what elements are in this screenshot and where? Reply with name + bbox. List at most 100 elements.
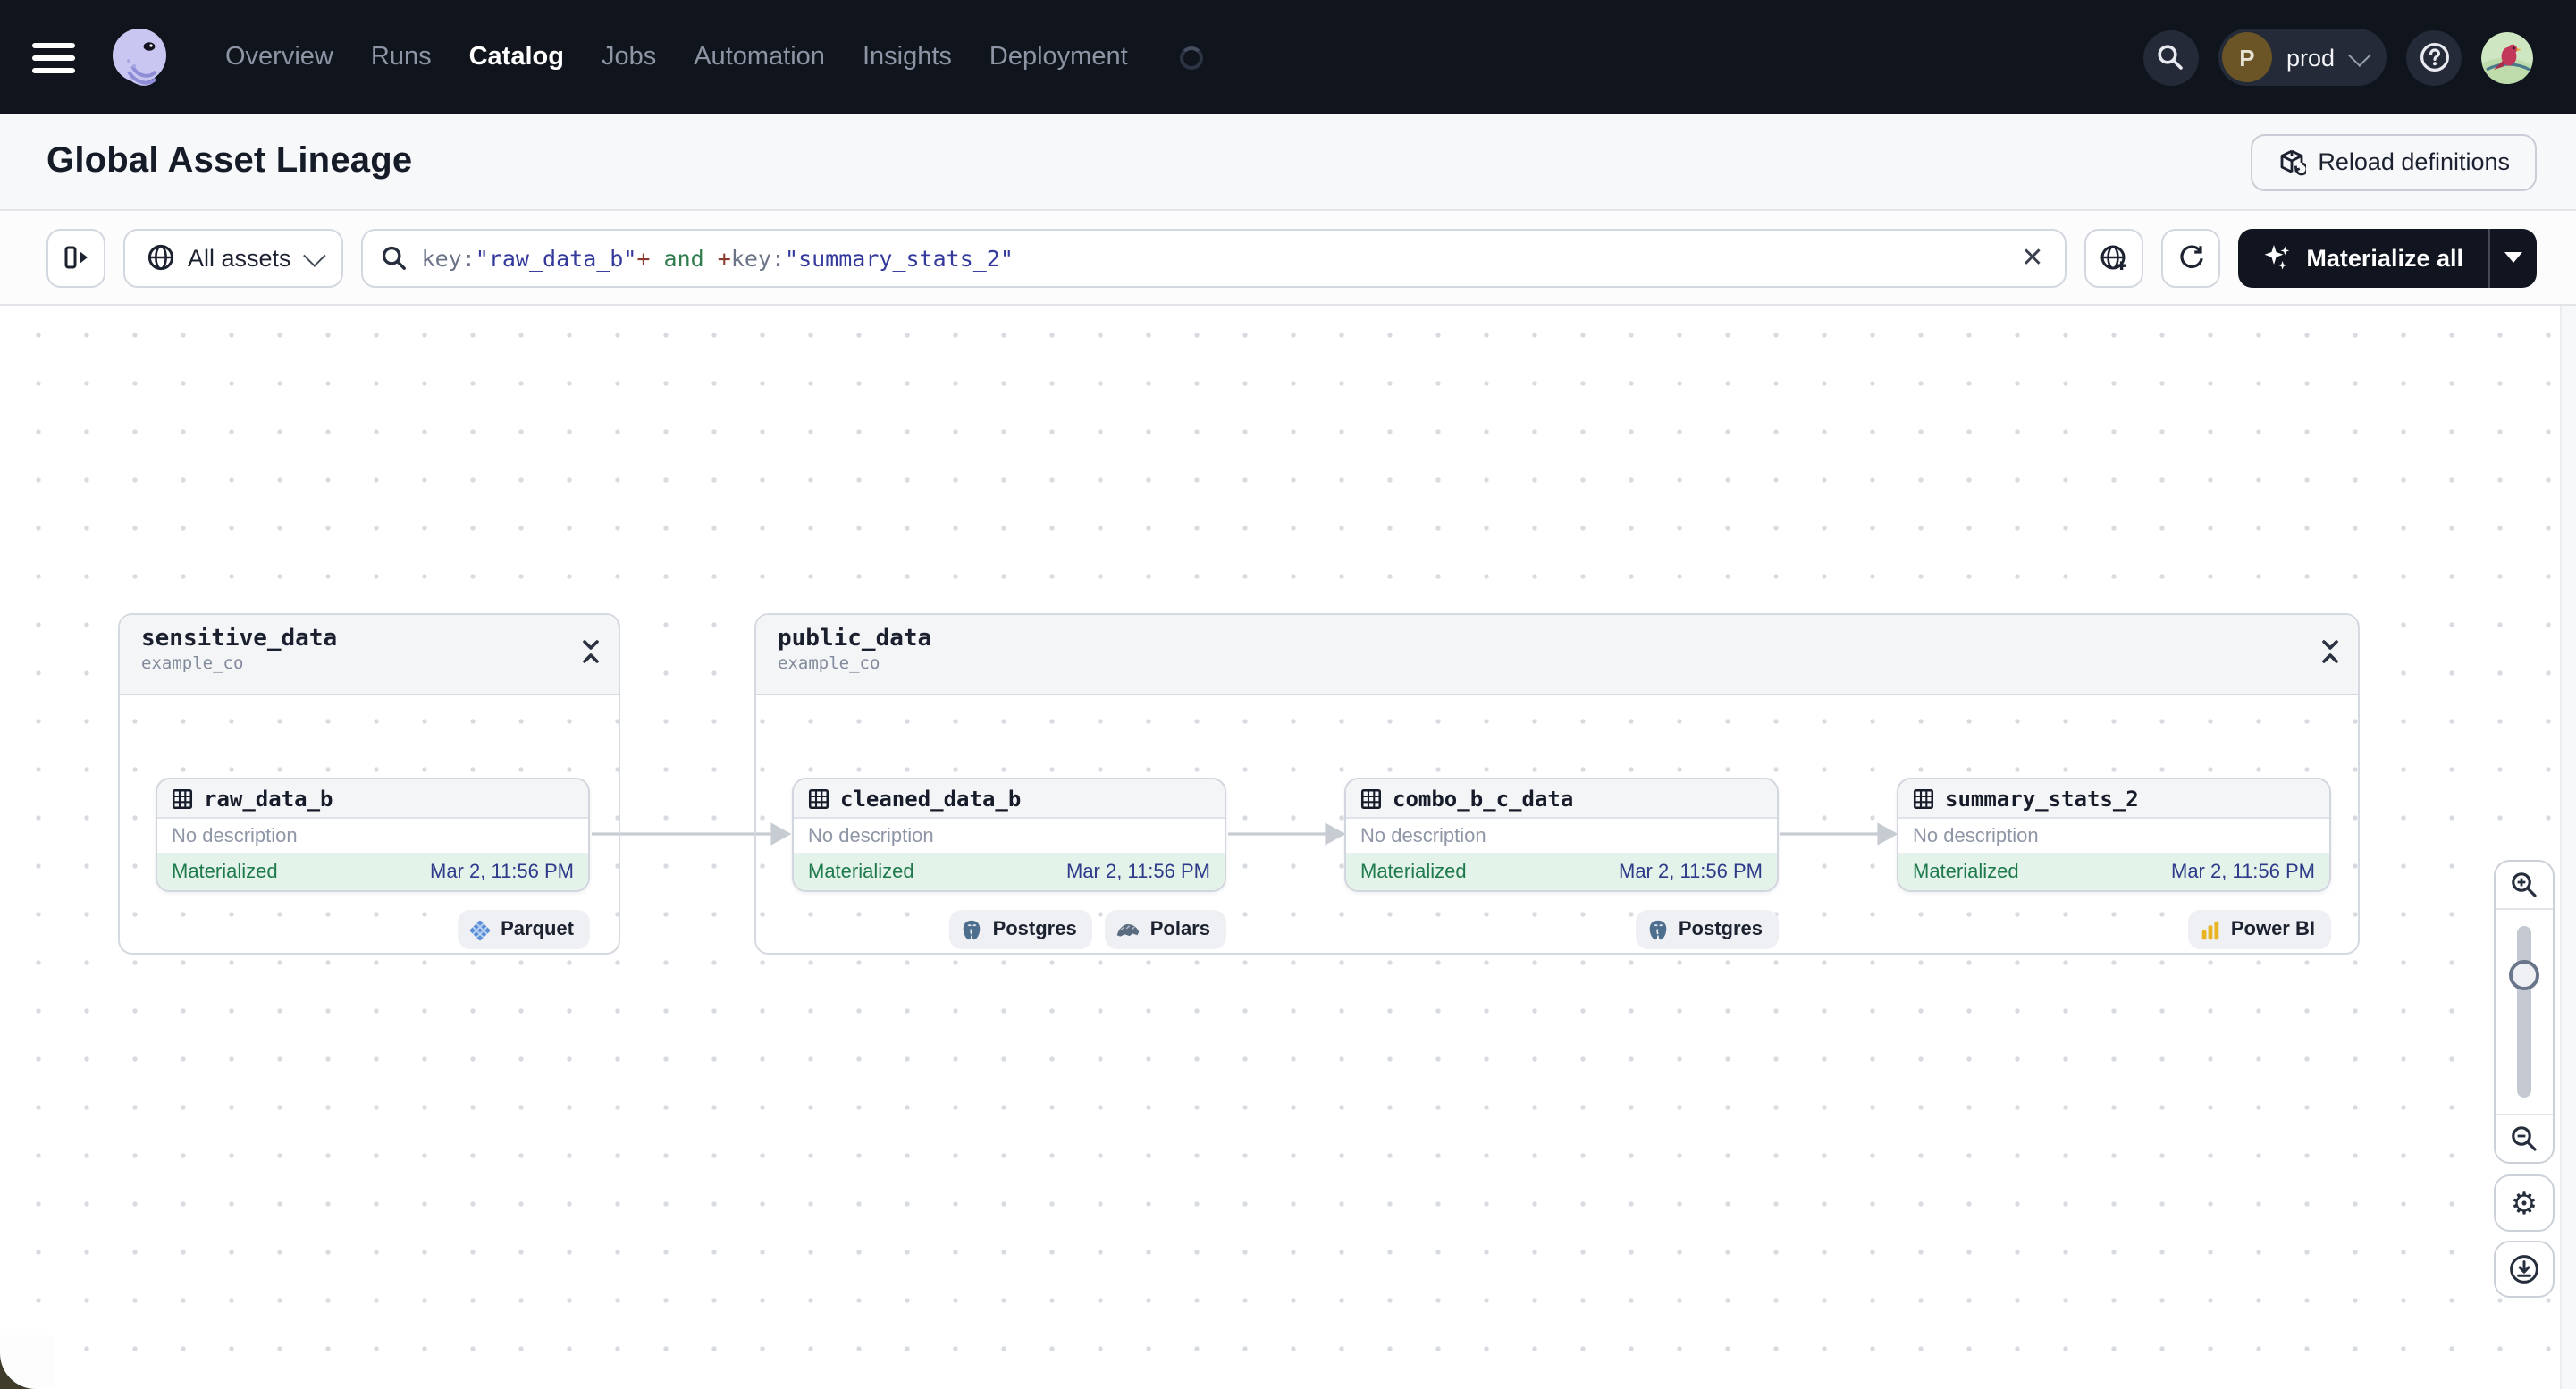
zoom-slider-track[interactable] bbox=[2517, 926, 2531, 1098]
asset-status-bar: Materialized Mar 2, 11:56 PM bbox=[1898, 854, 2329, 890]
top-navbar: Overview Runs Catalog Jobs Automation In… bbox=[0, 0, 2576, 114]
asset-name: cleaned_data_b bbox=[840, 786, 1022, 811]
sparkles-icon bbox=[2265, 245, 2290, 270]
asset-tag-row: Parquet bbox=[156, 910, 590, 949]
graph-settings-button[interactable]: ⚙ bbox=[2494, 1174, 2555, 1232]
refresh-button[interactable] bbox=[2161, 228, 2221, 287]
search-button[interactable] bbox=[2142, 29, 2199, 85]
search-icon bbox=[2159, 45, 2184, 70]
lineage-toolbar: All assets key:"raw_data_b"+ and +key:"s… bbox=[0, 211, 2576, 306]
tag-postgres[interactable]: Postgres bbox=[949, 910, 1093, 949]
zoom-slider-thumb[interactable] bbox=[2509, 960, 2539, 990]
page-header: Global Asset Lineage Reload definitions bbox=[0, 114, 2576, 211]
asset-timestamp: Mar 2, 11:56 PM bbox=[1066, 862, 1210, 883]
table-icon bbox=[808, 787, 829, 809]
zoom-slider[interactable] bbox=[2496, 910, 2553, 1114]
canvas-scrollbar[interactable] bbox=[2560, 306, 2576, 1389]
user-avatar[interactable] bbox=[2481, 31, 2533, 83]
caret-down-icon bbox=[2504, 252, 2522, 263]
nav-item-catalog[interactable]: Catalog bbox=[469, 43, 564, 72]
materialize-all-split-button: Materialize all bbox=[2238, 228, 2537, 287]
asset-description: No description bbox=[157, 819, 588, 854]
group-name: public_data bbox=[778, 626, 932, 652]
reload-definitions-button[interactable]: Reload definitions bbox=[2250, 133, 2537, 190]
tag-power-bi[interactable]: Power BI bbox=[2187, 910, 2331, 949]
asset-scope-label: All assets bbox=[188, 244, 291, 271]
chevron-down-icon bbox=[2348, 43, 2371, 66]
dagster-logo-icon[interactable] bbox=[104, 21, 175, 93]
tag-polars[interactable]: Polars bbox=[1105, 910, 1226, 949]
asset-node-raw-data-b[interactable]: raw_data_b No description Materialized M… bbox=[156, 778, 590, 892]
nav-item-jobs[interactable]: Jobs bbox=[602, 43, 656, 72]
asset-node-header: combo_b_c_data bbox=[1346, 779, 1777, 819]
refresh-icon bbox=[2179, 245, 2203, 269]
help-button[interactable] bbox=[2406, 29, 2462, 85]
asset-node-combo-b-c-data[interactable]: combo_b_c_data No description Materializ… bbox=[1344, 778, 1779, 892]
group-header: sensitive_data example_co bbox=[120, 615, 619, 695]
reload-definitions-label: Reload definitions bbox=[2318, 148, 2510, 175]
deployment-name: prod bbox=[2286, 44, 2335, 71]
materialize-all-label: Materialize all bbox=[2306, 244, 2463, 271]
asset-node-cleaned-data-b[interactable]: cleaned_data_b No description Materializ… bbox=[792, 778, 1226, 892]
open-left-panel-button[interactable] bbox=[46, 228, 105, 287]
collapse-group-icon[interactable] bbox=[581, 640, 601, 672]
group-name: sensitive_data bbox=[141, 626, 338, 652]
postgres-icon bbox=[964, 919, 981, 939]
nav-item-insights[interactable]: Insights bbox=[863, 43, 952, 72]
clear-search-icon[interactable]: ✕ bbox=[2017, 244, 2047, 271]
nav-item-deployment[interactable]: Deployment bbox=[989, 43, 1128, 72]
asset-description: No description bbox=[794, 819, 1225, 854]
globe-icon bbox=[147, 244, 174, 271]
table-icon bbox=[1360, 787, 1382, 809]
tag-parquet[interactable]: Parquet bbox=[458, 910, 590, 949]
asset-name: summary_stats_2 bbox=[1945, 786, 2139, 811]
search-query-text: key:"raw_data_b"+ and +key:"summary_stat… bbox=[421, 244, 1014, 271]
nav-item-runs[interactable]: Runs bbox=[371, 43, 432, 72]
asset-group-sensitive-data[interactable]: sensitive_data example_co raw_data_b No … bbox=[118, 613, 620, 955]
asset-scope-dropdown[interactable]: All assets bbox=[123, 228, 343, 287]
nav-item-overview[interactable]: Overview bbox=[225, 43, 333, 72]
asset-search-input[interactable]: key:"raw_data_b"+ and +key:"summary_stat… bbox=[360, 228, 2067, 287]
asset-node-header: raw_data_b bbox=[157, 779, 588, 819]
menu-icon[interactable] bbox=[32, 42, 75, 72]
download-image-button[interactable] bbox=[2494, 1241, 2555, 1298]
asset-status-bar: Materialized Mar 2, 11:56 PM bbox=[794, 854, 1225, 890]
group-location: example_co bbox=[141, 654, 244, 674]
postgres-icon bbox=[1649, 919, 1667, 939]
asset-node-header: cleaned_data_b bbox=[794, 779, 1225, 819]
deployment-switcher[interactable]: P prod bbox=[2218, 29, 2387, 86]
gear-icon: ⚙ bbox=[2510, 1186, 2538, 1220]
asset-status: Materialized bbox=[1913, 862, 2019, 883]
asset-timestamp: Mar 2, 11:56 PM bbox=[430, 862, 574, 883]
tag-postgres[interactable]: Postgres bbox=[1635, 910, 1779, 949]
materialize-options-button[interactable] bbox=[2488, 228, 2537, 287]
asset-node-summary-stats-2[interactable]: summary_stats_2 No description Materiali… bbox=[1897, 778, 2331, 892]
asset-timestamp: Mar 2, 11:56 PM bbox=[1619, 862, 1763, 883]
collapse-group-icon[interactable] bbox=[2320, 640, 2340, 672]
asset-status: Materialized bbox=[1360, 862, 1467, 883]
help-icon bbox=[2420, 43, 2448, 72]
asset-description: No description bbox=[1346, 819, 1777, 854]
download-icon bbox=[2510, 1255, 2538, 1284]
asset-name: raw_data_b bbox=[204, 786, 333, 811]
zoom-out-button[interactable] bbox=[2496, 1114, 2553, 1162]
navbar-right: P prod bbox=[2142, 29, 2533, 86]
lineage-canvas[interactable]: sensitive_data example_co raw_data_b No … bbox=[0, 306, 2576, 1389]
powerbi-icon bbox=[2201, 920, 2219, 939]
zoom-in-icon bbox=[2512, 872, 2537, 897]
asset-status: Materialized bbox=[808, 862, 914, 883]
new-catalog-view-button[interactable] bbox=[2084, 228, 2144, 287]
materialize-all-button[interactable]: Materialize all bbox=[2238, 228, 2488, 287]
group-location: example_co bbox=[778, 654, 880, 674]
nav-item-automation[interactable]: Automation bbox=[694, 43, 825, 72]
table-icon bbox=[172, 787, 193, 809]
panel-expand-icon bbox=[63, 246, 87, 269]
zoom-in-button[interactable] bbox=[2496, 862, 2553, 910]
search-icon bbox=[382, 245, 406, 269]
asset-tag-row: Postgres bbox=[1344, 910, 1779, 949]
asset-tag-row: Power BI bbox=[1897, 910, 2331, 949]
asset-group-public-data[interactable]: public_data example_co cleaned_data_b No… bbox=[754, 613, 2360, 955]
asset-tag-row: Postgres Polars bbox=[792, 910, 1226, 949]
table-icon bbox=[1913, 787, 1934, 809]
asset-node-header: summary_stats_2 bbox=[1898, 779, 2329, 819]
